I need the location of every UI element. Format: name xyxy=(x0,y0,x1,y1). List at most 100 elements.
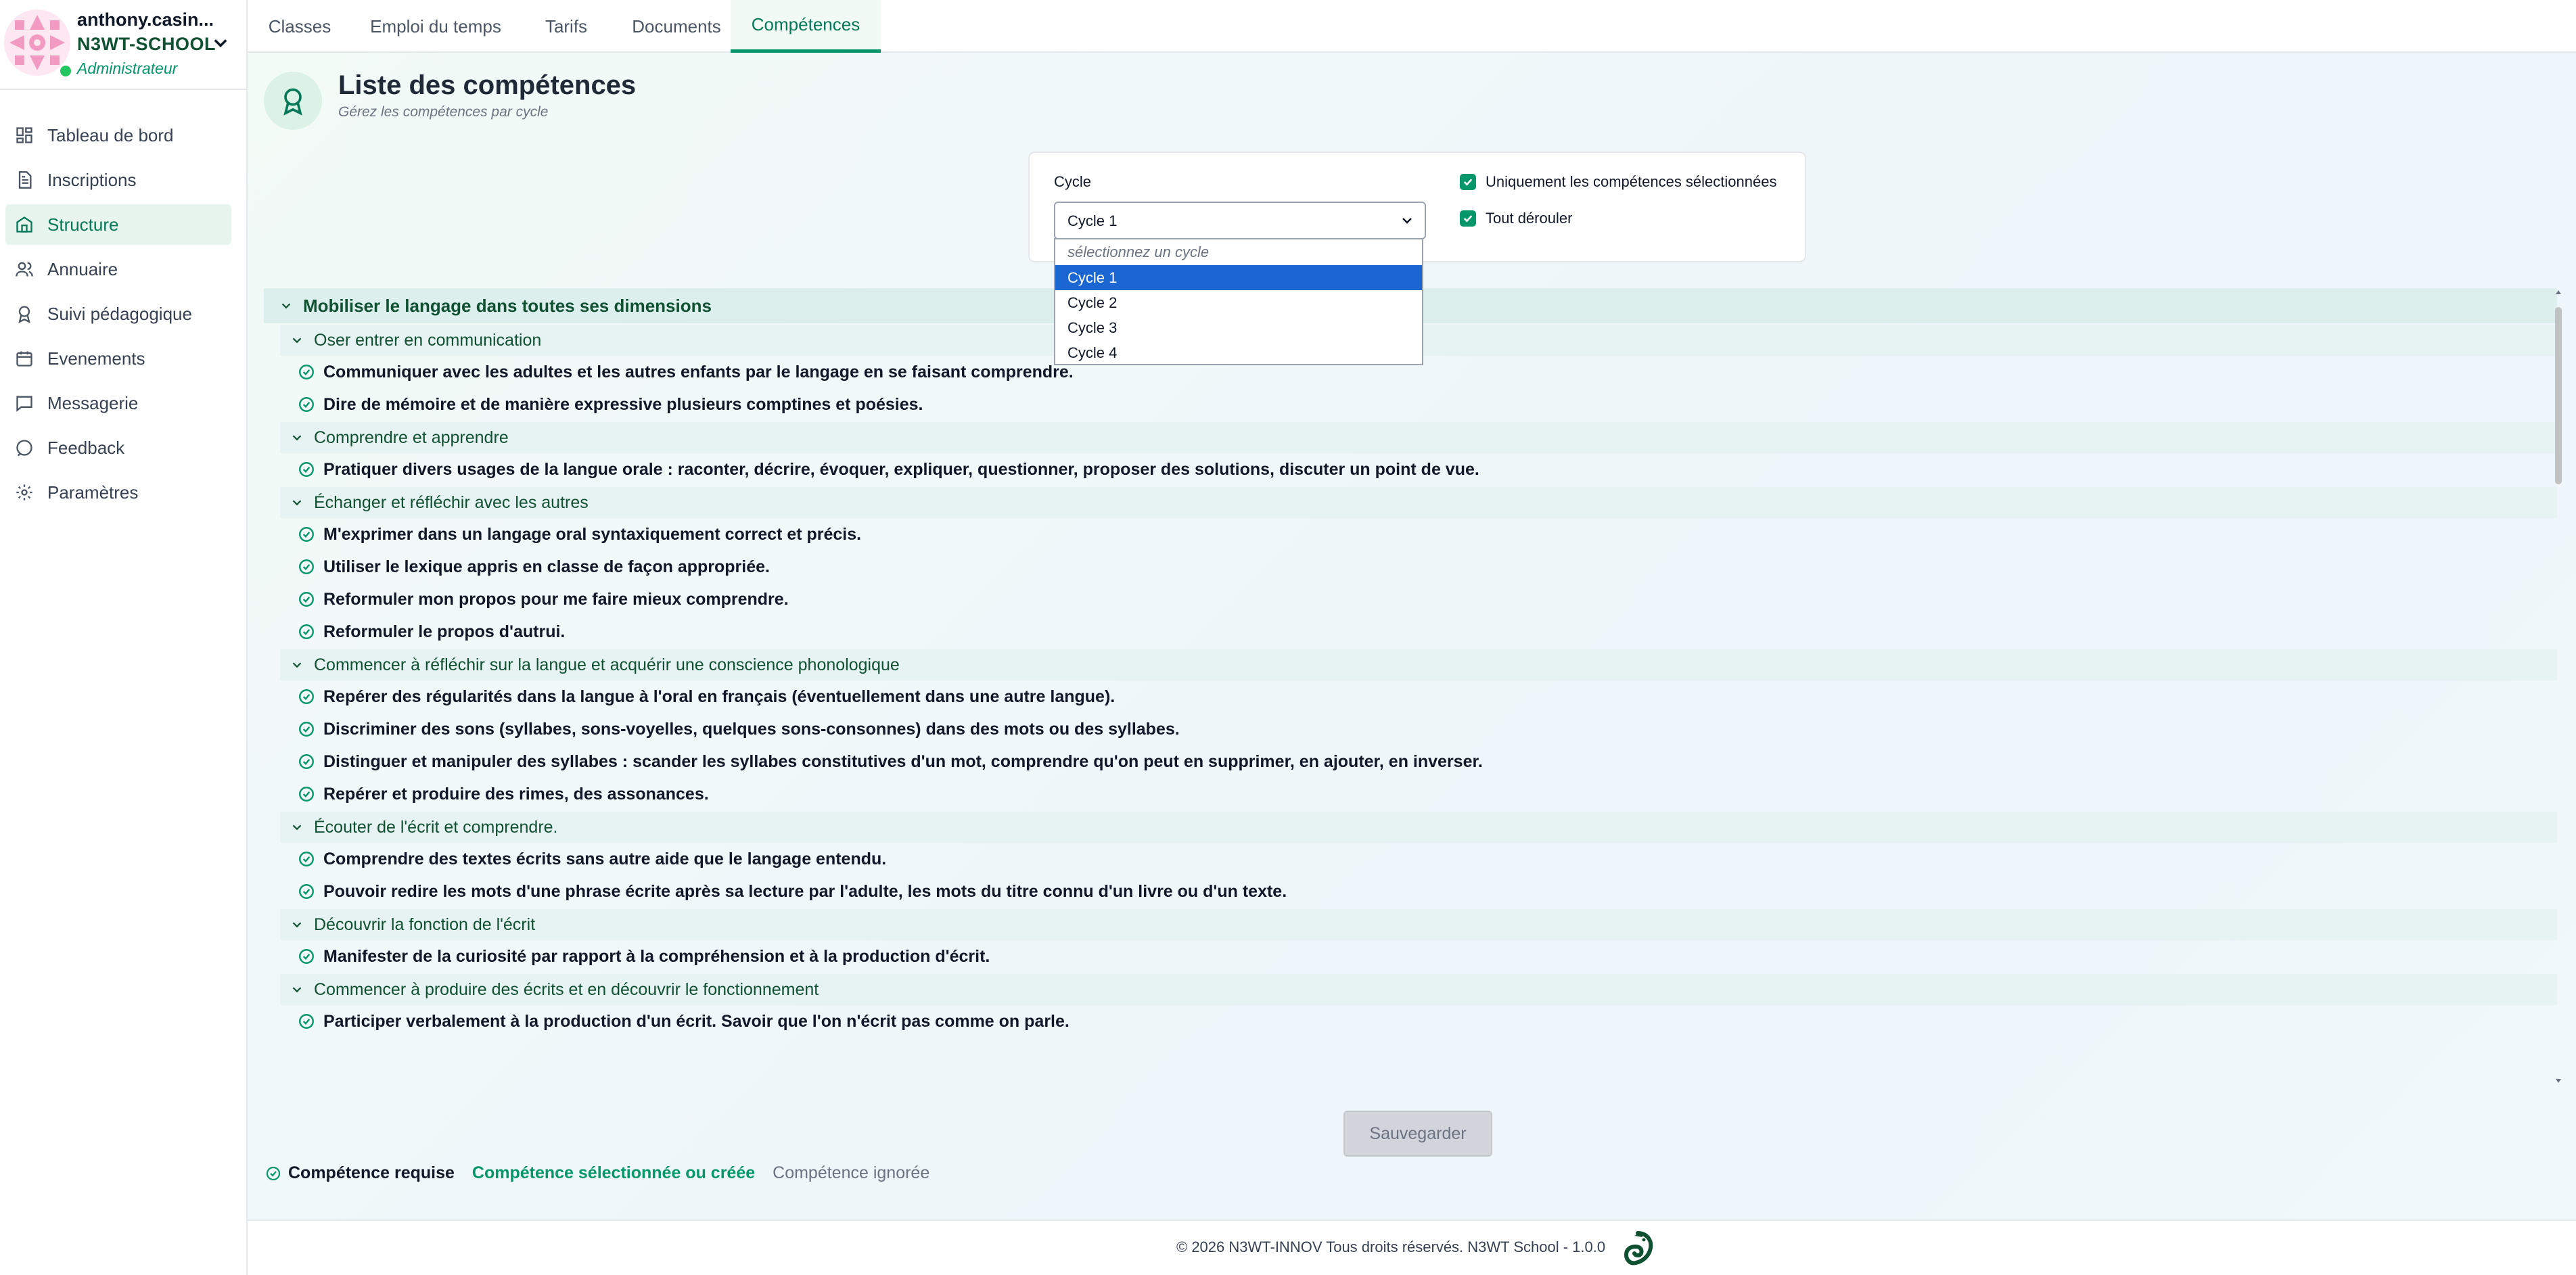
competence-label: Repérer et produire des rimes, des asson… xyxy=(323,784,709,804)
sidebar-item-structure[interactable]: Structure xyxy=(5,204,231,245)
chevron-down-icon xyxy=(292,662,302,668)
sidebar-item-suivi-pedagogique[interactable]: Suivi pédagogique xyxy=(5,294,231,334)
competence-item[interactable]: Pouvoir redire les mots d'une phrase écr… xyxy=(298,875,2557,908)
legend-ignored: Compétence ignorée xyxy=(773,1163,930,1182)
chevron-down-icon xyxy=(292,987,302,993)
competence-item[interactable]: Distinguer et manipuler des syllabes : s… xyxy=(298,745,2557,778)
subdomain-title: Commencer à réfléchir sur la langue et a… xyxy=(314,655,900,674)
competence-item[interactable]: Participer verbalement à la production d… xyxy=(298,1005,2557,1038)
school-name: N3WT-SCHOOL xyxy=(77,34,216,54)
sidebar-item-feedback[interactable]: Feedback xyxy=(5,427,231,468)
cycle-select-value: Cycle 1 xyxy=(1067,212,1118,229)
competence-item[interactable]: Pratiquer divers usages de la langue ora… xyxy=(298,453,2557,486)
dropdown-option-cycle-1[interactable]: Cycle 1 xyxy=(1055,265,1422,290)
subdomain-header[interactable]: Commencer à réfléchir sur la langue et a… xyxy=(280,649,2557,680)
competence-label: Reformuler le propos d'autrui. xyxy=(323,622,566,641)
save-button[interactable]: Sauvegarder xyxy=(1343,1111,1492,1157)
scroll-up-icon[interactable] xyxy=(2554,288,2562,296)
user-menu[interactable]: anthony.casin... N3WT-SCHOOL Administrat… xyxy=(0,0,248,90)
message-icon xyxy=(16,396,32,412)
competence-item[interactable]: Discriminer des sons (syllabes, sons-voy… xyxy=(298,713,2557,745)
document-icon xyxy=(18,171,32,189)
scroll-down-icon[interactable] xyxy=(2554,1077,2562,1085)
dragon-logo-icon xyxy=(1624,1231,1653,1266)
chevron-down-icon xyxy=(292,825,302,831)
sidebar-item-tableau-de-bord[interactable]: Tableau de bord xyxy=(5,115,231,156)
user-role: Administrateur xyxy=(77,60,178,77)
check-circle-icon xyxy=(299,754,314,769)
subdomain-title: Comprendre et apprendre xyxy=(314,427,509,447)
chevron-down-icon xyxy=(292,435,302,441)
building-icon xyxy=(16,216,32,233)
tab-classes[interactable]: Classes xyxy=(254,0,345,53)
competence-label: M'exprimer dans un langage oral syntaxiq… xyxy=(323,524,862,544)
competence-item[interactable]: Repérer des régularités dans la langue à… xyxy=(298,680,2557,713)
page-subtitle: Gérez les compétences par cycle xyxy=(338,104,549,120)
competence-label: Reformuler mon propos pour me faire mieu… xyxy=(323,589,789,609)
sidebar-item-label: Evenements xyxy=(47,348,145,369)
chevron-down-icon xyxy=(292,922,302,928)
check-circle-icon xyxy=(299,949,314,964)
competence-item[interactable]: Repérer et produire des rimes, des asson… xyxy=(298,778,2557,810)
check-circle-icon xyxy=(299,365,314,379)
footer-copyright: © 2026 N3WT-INNOV Tous droits réservés. … xyxy=(1176,1238,1606,1255)
tree-scrollbar[interactable] xyxy=(2554,288,2563,1085)
competence-item[interactable]: Reformuler le propos d'autrui. xyxy=(298,616,2557,648)
competence-label: Communiquer avec les adultes et les autr… xyxy=(323,362,1074,381)
tab-emploi-du-temps[interactable]: Emploi du temps xyxy=(349,0,522,53)
subdomain-header[interactable]: Échanger et réfléchir avec les autres xyxy=(280,487,2557,518)
sidebar-item-inscriptions[interactable]: Inscriptions xyxy=(5,160,231,200)
legend-required: Compétence requise xyxy=(265,1163,455,1183)
competence-label: Utiliser le lexique appris en classe de … xyxy=(323,557,770,576)
tab-tarifs[interactable]: Tarifs xyxy=(525,0,607,53)
competence-tree: Mobiliser le langage dans toutes ses dim… xyxy=(264,288,2557,1085)
competence-label: Pratiquer divers usages de la langue ora… xyxy=(323,459,1479,479)
subdomain-title: Oser entrer en communication xyxy=(314,330,542,350)
award-icon xyxy=(18,306,30,323)
cycle-select[interactable]: Cycle 1 xyxy=(1054,202,1426,239)
subdomain-header[interactable]: Écouter de l'écrit et comprendre. xyxy=(280,812,2557,843)
sidebar-item-messagerie[interactable]: Messagerie xyxy=(5,383,231,423)
dropdown-option-cycle-3[interactable]: Cycle 3 xyxy=(1055,315,1422,340)
competence-item[interactable]: Reformuler mon propos pour me faire mieu… xyxy=(298,583,2557,616)
sidebar: anthony.casin... N3WT-SCHOOL Administrat… xyxy=(0,0,248,1275)
competence-item[interactable]: Comprendre des textes écrits sans autre … xyxy=(298,843,2557,875)
competence-item[interactable]: M'exprimer dans un langage oral syntaxiq… xyxy=(298,518,2557,551)
check-circle-icon xyxy=(299,527,314,542)
sidebar-item-label: Structure xyxy=(47,214,119,235)
top-tabs: Classes Emploi du temps Tarifs Documents… xyxy=(248,0,2576,53)
cycle-label: Cycle xyxy=(1054,173,1092,190)
competence-item[interactable]: Dire de mémoire et de manière expressive… xyxy=(298,388,2557,421)
users-icon xyxy=(16,262,33,277)
feedback-icon xyxy=(16,440,32,457)
legend-selected: Compétence sélectionnée ou créée xyxy=(472,1163,756,1182)
check-circle-icon xyxy=(299,852,314,866)
dropdown-option-cycle-4[interactable]: Cycle 4 xyxy=(1055,340,1422,365)
sidebar-item-parametres[interactable]: Paramètres xyxy=(5,472,231,513)
chevron-down-icon xyxy=(292,338,302,344)
scroll-thumb[interactable] xyxy=(2555,307,2562,484)
competence-item[interactable]: Utiliser le lexique appris en classe de … xyxy=(298,551,2557,583)
main-content: Liste des compétences Gérez les compéten… xyxy=(248,53,2576,1220)
sidebar-item-label: Suivi pédagogique xyxy=(47,303,192,324)
sidebar-item-annuaire[interactable]: Annuaire xyxy=(5,249,231,289)
legend: Compétence requise Compétence sélectionn… xyxy=(265,1163,929,1183)
calendar-icon xyxy=(16,351,32,367)
chevron-down-icon[interactable] xyxy=(211,34,230,53)
dropdown-option-cycle-2[interactable]: Cycle 2 xyxy=(1055,290,1422,315)
subdomain-header[interactable]: Découvrir la fonction de l'écrit xyxy=(280,909,2557,940)
chevron-down-icon xyxy=(292,500,302,506)
sidebar-item-evenements[interactable]: Evenements xyxy=(5,338,231,379)
competence-item[interactable]: Communiquer avec les adultes et les autr… xyxy=(298,356,2557,388)
tab-documents[interactable]: Documents xyxy=(610,0,743,53)
subdomain-header[interactable]: Commencer à produire des écrits et en dé… xyxy=(280,974,2557,1005)
only-selected-checkbox[interactable]: Uniquement les compétences sélectionnées xyxy=(1460,173,1776,191)
footer: © 2026 N3WT-INNOV Tous droits réservés. … xyxy=(248,1220,2576,1275)
subdomain-header[interactable]: Comprendre et apprendre xyxy=(280,422,2557,453)
tab-competences[interactable]: Compétences xyxy=(731,0,881,53)
subdomain-title: Commencer à produire des écrits et en dé… xyxy=(314,979,819,999)
expand-all-checkbox[interactable]: Tout dérouler xyxy=(1460,210,1572,227)
competence-item[interactable]: Manifester de la curiosité par rapport à… xyxy=(298,940,2557,973)
competence-label: Repérer des régularités dans la langue à… xyxy=(323,687,1116,706)
sidebar-nav: Tableau de bord Inscriptions Structure A… xyxy=(0,115,248,517)
